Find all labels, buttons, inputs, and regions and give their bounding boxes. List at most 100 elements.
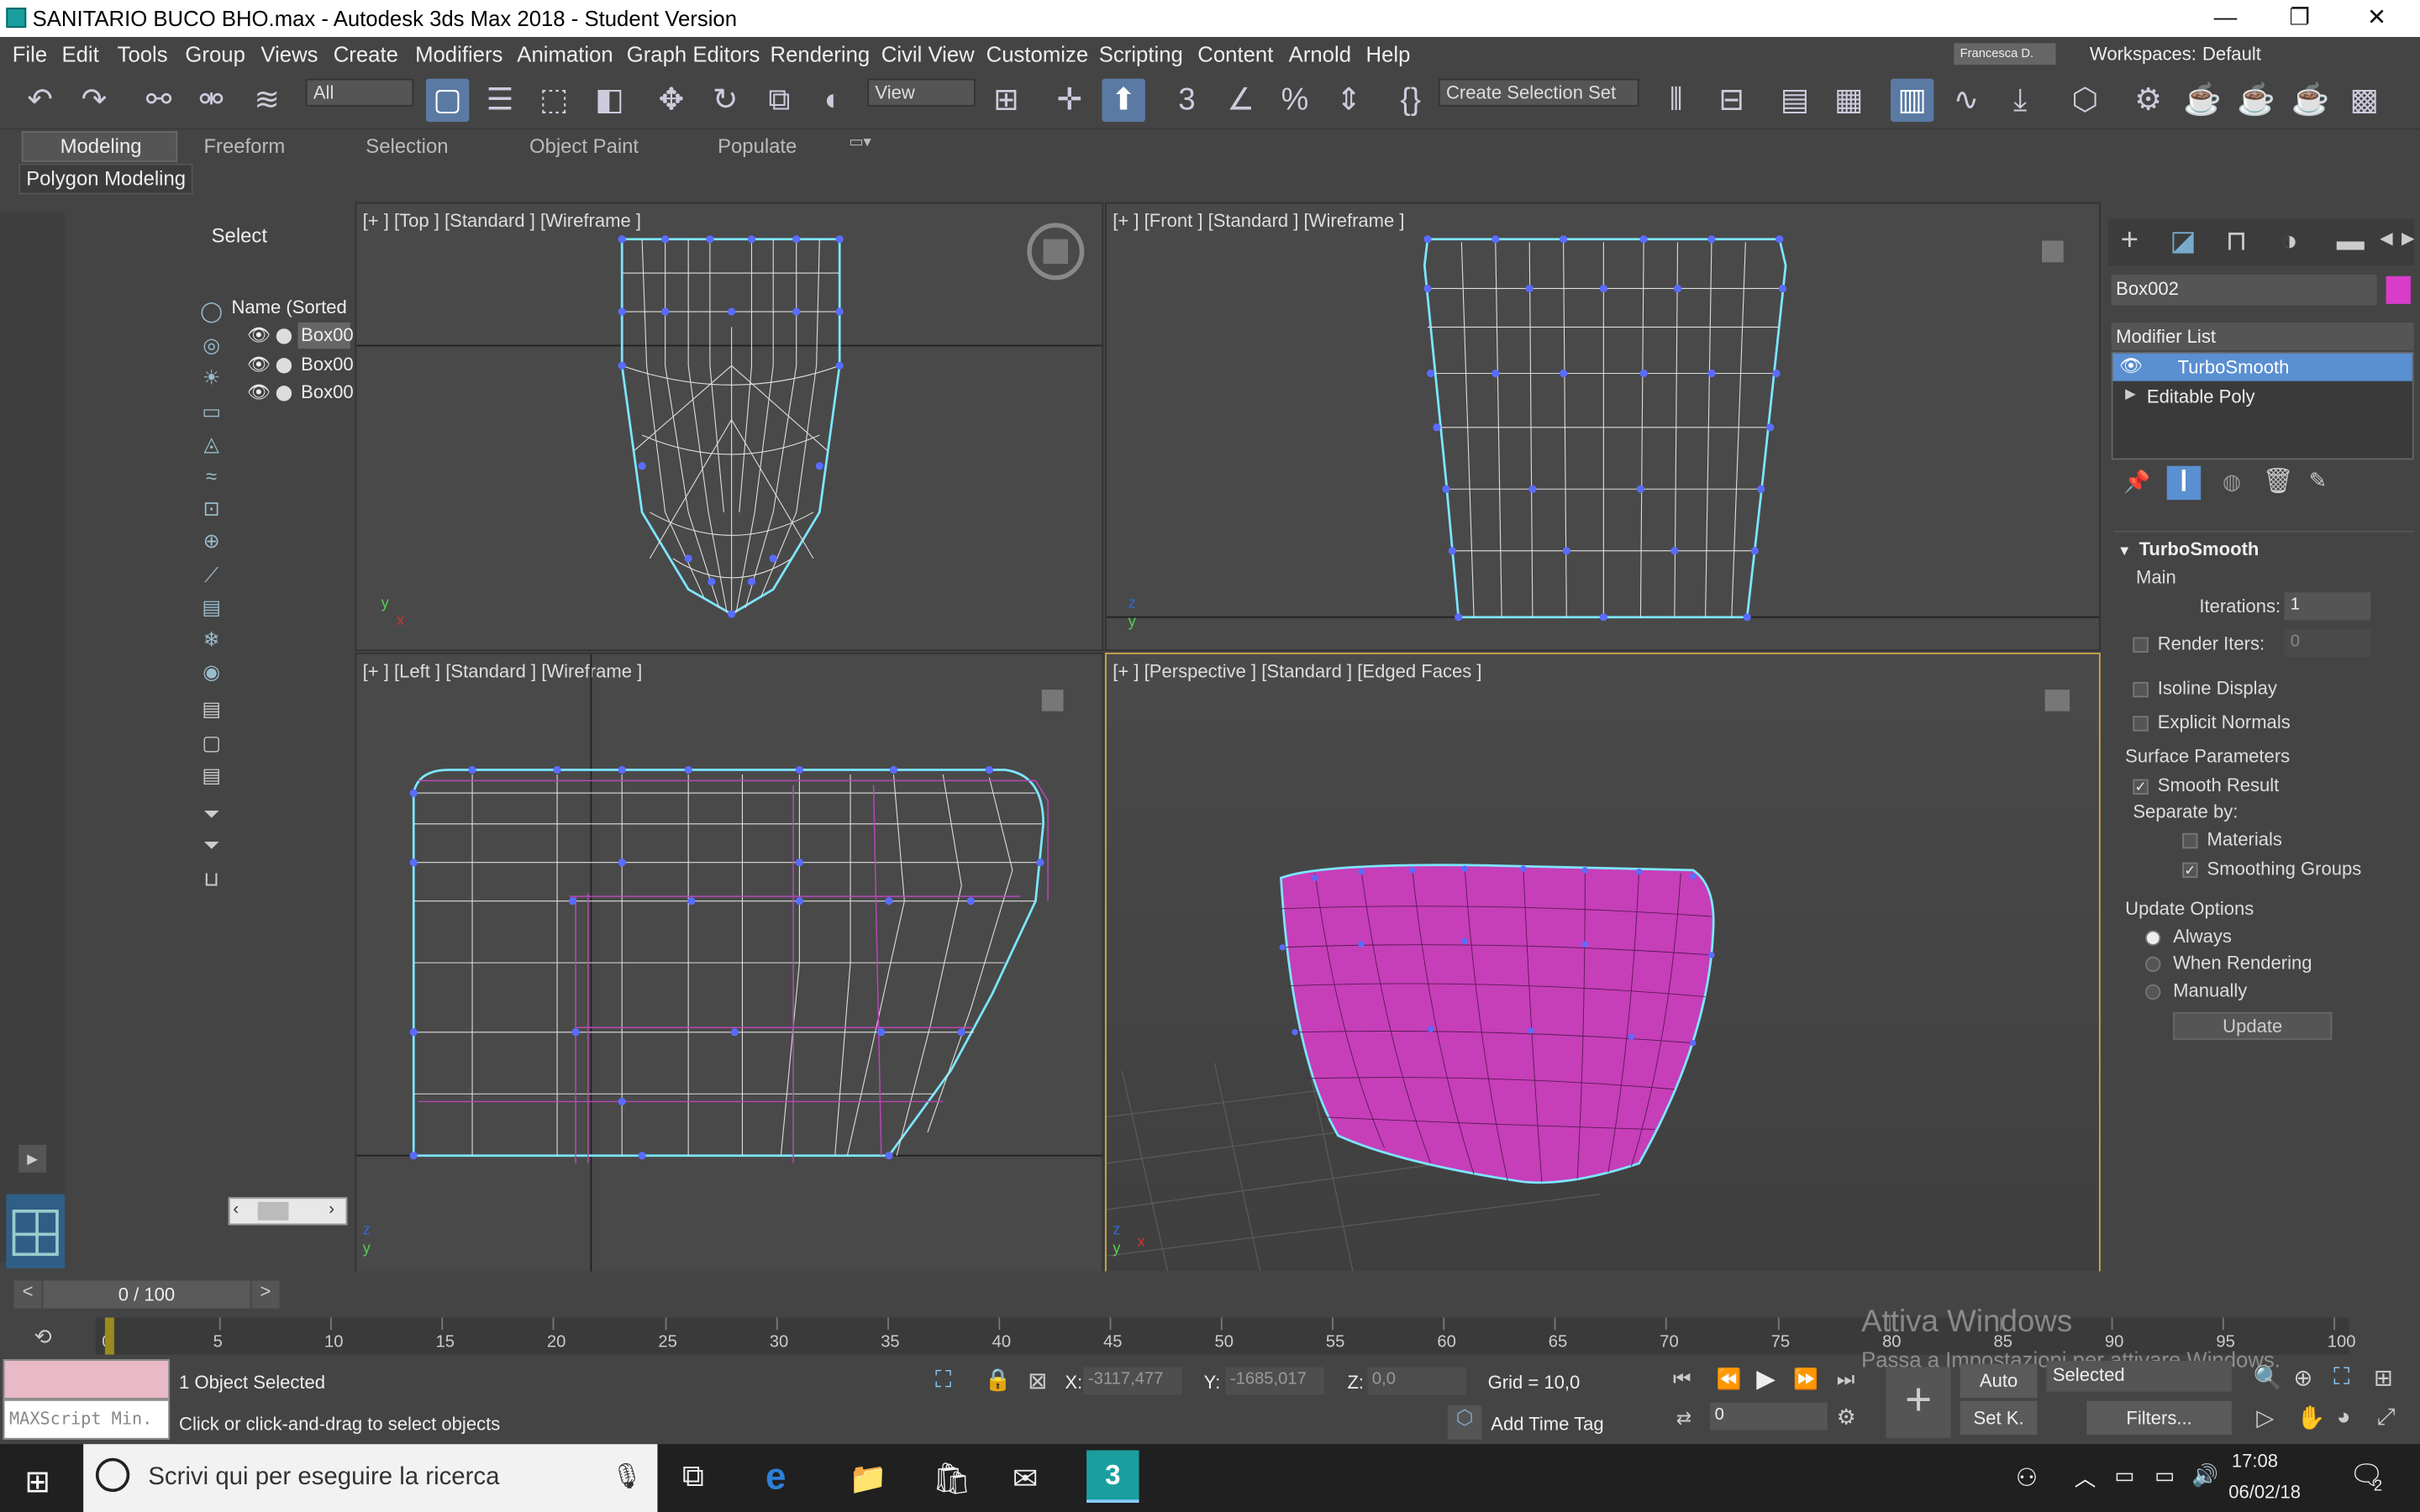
angle-snap-icon[interactable]: ∠ [1219,79,1262,122]
zoom-extents-all-icon[interactable]: ⊞ [2374,1364,2393,1392]
viewport-layout-icon[interactable] [6,1194,66,1268]
list-item[interactable]: 👁 Box00 [242,352,354,380]
menu-tools[interactable]: Tools [118,42,168,66]
expand-icon[interactable]: ▶ [2125,386,2136,402]
keyboard-shortcut-icon[interactable]: ⬆ [1102,78,1145,123]
select-object-icon[interactable]: ▢ [425,78,470,123]
curve-editor-mini-icon[interactable]: ⟲ [34,1324,52,1350]
auto-key-button[interactable]: Auto [1960,1363,2038,1399]
filter-funnel-icon[interactable]: ⏷ [197,802,225,827]
tab-scroll-right-icon[interactable]: ▶ [2402,228,2415,249]
pivot-center-icon[interactable]: ⊞ [985,79,1028,122]
modify-tab-icon[interactable]: ◪ [2170,225,2196,258]
taskbar-clock[interactable]: 17:08 [2232,1451,2278,1473]
display-all-icon[interactable]: ▤ [197,697,225,722]
filter-helpers-icon[interactable]: ◬ [197,432,225,456]
pin-stack-icon[interactable]: 📌 [2123,469,2150,495]
zoom-icon[interactable]: 🔍 [2254,1364,2282,1392]
menu-help[interactable]: Help [1366,42,1411,66]
show-end-result-icon[interactable]: ❙ [2166,465,2202,501]
explicit-normals-checkbox[interactable]: Explicit Normals [2133,711,2291,732]
file-explorer-icon[interactable]: 📁 [849,1460,887,1499]
viewport-left[interactable]: [+ ] [Left ] [Standard ] [Wireframe ] zy [355,652,1104,1273]
absolute-mode-icon[interactable]: ⊠ [1028,1367,1047,1394]
tab-object-paint[interactable]: Object Paint [529,134,639,158]
stack-item-editable-poly[interactable]: ▶ Editable Poly [2112,383,2412,411]
hierarchy-icon[interactable]: ⊔ [197,867,225,891]
menu-civil-view[interactable]: Civil View [881,42,975,66]
iterations-spinner[interactable]: 1 [2284,592,2371,621]
battery-icon[interactable]: ▭ [2114,1462,2134,1488]
minimize-button[interactable]: — [2188,0,2262,37]
taskbar-search-box[interactable]: Scrivi qui per eseguire la ricerca 🎙 [83,1444,658,1512]
filter-containers-icon[interactable]: ▤ [197,596,225,620]
zoom-all-icon[interactable]: ⊕ [2293,1364,2312,1392]
spinner-snap-icon[interactable]: ⇕ [1328,79,1370,122]
list-item[interactable]: 👁 Box00 [242,380,354,407]
menu-content[interactable]: Content [1197,42,1273,66]
materials-checkbox[interactable]: Materials [2182,828,2282,850]
eye-icon[interactable]: 👁 [247,354,271,375]
list-item[interactable]: 👁 Box00 [242,322,354,350]
eye-icon[interactable]: 👁 [2119,354,2143,376]
remove-modifier-icon[interactable]: 🗑 [2263,466,2294,497]
filter-hidden-icon[interactable]: ◉ [197,660,225,685]
unlink-icon[interactable]: ⚮ [190,79,233,122]
undo-icon[interactable]: ↶ [18,79,61,122]
zoom-extents-icon[interactable]: ⛶ [2333,1364,2349,1390]
bind-space-warp-icon[interactable]: ≋ [245,79,288,122]
link-icon[interactable]: ⚯ [137,79,180,122]
orbit-icon[interactable]: ◕ [2337,1404,2351,1430]
tab-scroll-left-icon[interactable]: ◀ [2380,228,2393,249]
prev-frame-icon[interactable]: ⏪ [1716,1367,1741,1391]
mail-icon[interactable]: ✉ [1013,1460,1039,1499]
mirror-icon[interactable]: ⫴ [1655,79,1697,122]
volume-icon[interactable]: 🔊 [2191,1462,2218,1488]
filter-shapes-icon[interactable]: ◎ [197,333,225,358]
render-iters-spinner[interactable]: 0 [2284,629,2371,658]
rect-selection-icon[interactable]: ⬚ [533,79,576,122]
time-config-icon[interactable]: ⚙ [1837,1404,1856,1430]
motion-tab-icon[interactable]: ◑ [2281,225,2298,258]
tab-populate[interactable]: Populate [718,134,797,158]
field-of-view-icon[interactable]: ▷ [2256,1404,2274,1431]
3dsmax-taskbar-icon[interactable]: 3 [1086,1450,1139,1503]
filter-spacewarps-icon[interactable]: ≈ [197,465,225,489]
eye-icon[interactable]: 👁 [247,381,271,403]
isolate-selection-icon[interactable]: ⛶ [935,1367,951,1393]
snaps-toggle-icon[interactable]: 3 [1165,79,1208,122]
menu-modifiers[interactable]: Modifiers [415,42,502,66]
schematic-view-icon[interactable]: ⬡ [2064,79,2107,122]
menu-arnold[interactable]: Arnold [1289,42,1351,66]
selection-filter-dropdown[interactable]: All [305,78,414,107]
menu-edit[interactable]: Edit [61,42,98,66]
set-key-button[interactable]: Set K. [1960,1400,2038,1436]
render-setup-icon[interactable]: ☕ [2181,79,2223,122]
render-cloud-icon[interactable]: ▩ [2343,79,2386,122]
z-coordinate[interactable]: 0,0 [1367,1367,1466,1395]
always-radio[interactable]: Always [2145,926,2232,948]
windows-start-icon[interactable]: ⊞ [24,1462,50,1501]
expand-arrow-icon[interactable]: ▶ [18,1144,47,1173]
tab-freeform[interactable]: Freeform [203,134,285,158]
make-unique-icon[interactable]: ◍ [2223,469,2241,495]
smoothing-groups-checkbox[interactable]: ✓ Smoothing Groups [2182,858,2361,879]
ribbon-toggle-icon[interactable]: ▥ [1890,78,1934,123]
timeline-current-frame[interactable] [104,1317,114,1355]
material-editor-icon[interactable]: ⚙ [2127,79,2170,122]
render-iters-checkbox[interactable]: Render Iters: [2133,633,2265,654]
x-coordinate[interactable]: -3117,477 [1083,1367,1182,1395]
display-none-icon[interactable]: ▢ [197,732,225,756]
ref-coord-dropdown[interactable]: View [867,78,976,107]
next-frame-icon[interactable]: ⏩ [1793,1367,1818,1391]
microphone-icon[interactable]: 🎙 [611,1461,642,1492]
goto-end-icon[interactable]: ⏭ [1837,1367,1854,1391]
modifier-list-dropdown[interactable]: Modifier List [2111,322,2414,350]
object-color-swatch[interactable] [2386,276,2411,304]
tab-selection[interactable]: Selection [366,134,448,158]
window-crossing-icon[interactable]: ◧ [588,79,631,122]
stack-item-turbosmooth[interactable]: 👁 TurboSmooth [2112,353,2412,381]
placement-icon[interactable]: ◐ [812,79,855,122]
menu-group[interactable]: Group [185,42,245,66]
named-sets-icon[interactable]: {} [1389,79,1432,122]
